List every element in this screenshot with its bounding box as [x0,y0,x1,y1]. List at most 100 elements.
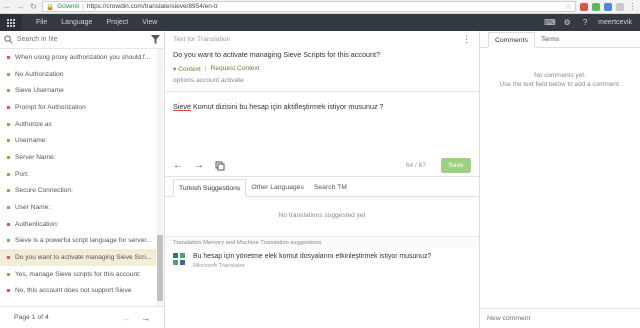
bookmark-star-icon[interactable]: ☆ [565,2,572,11]
string-row[interactable]: Server Name: [0,149,156,166]
status-marker-icon [7,189,10,193]
suggestion-source: Microsoft Translator [193,263,245,269]
menu-language[interactable]: Language [61,19,92,26]
no-translations-message: No translations suggested yet [278,212,366,219]
tab-search-tm[interactable]: Search TM [309,178,352,196]
translator-icon [173,253,185,265]
string-row[interactable]: When using proxy authorization you shoul… [0,49,156,66]
source-text: Do you want to activate managing Sieve S… [173,50,380,59]
menu-file[interactable]: File [36,19,47,26]
extension-icon[interactable] [580,2,588,11]
scrollbar-thumb[interactable] [157,235,163,301]
suggestion-item[interactable]: Bu hesap için yönetme elek komut dosyala… [173,253,471,269]
editor-panel: Text for Translation ⋮ Do you want to ac… [165,31,480,328]
suggestion-text: Bu hesap için yönetme elek komut dosyala… [193,253,432,260]
string-row[interactable]: Sieve Username [0,82,156,99]
character-counter: 64 / 67 [405,162,426,169]
copy-source-icon[interactable] [215,161,225,171]
string-text: No Authorization [15,70,64,78]
string-row[interactable]: Prompt for Authorization [0,99,156,116]
browser-toolbar: ← → ↻ 🔒 Güvenli | https://crowdin.com/tr… [0,0,640,14]
new-comment-input[interactable] [487,315,640,322]
filter-icon[interactable] [151,35,160,44]
search-icon [4,35,13,44]
page-indicator: Page 1 of 4 [14,314,49,321]
request-context-link[interactable]: Request Context [211,65,260,73]
tm-header: Translation Memory and Machine Translati… [165,236,479,248]
status-marker-icon [7,256,10,260]
address-bar[interactable]: 🔒 Güvenli | https://crowdin.com/translat… [42,1,576,12]
string-row[interactable]: Port: [0,166,156,183]
pager: Page 1 of 4 ← → [0,306,164,328]
reload-icon[interactable]: ↻ [29,2,38,11]
string-text: Username: [15,137,48,145]
extension-icon[interactable] [616,2,624,11]
comments-tabs: Comments Terms [480,31,640,48]
string-row[interactable]: Sieve is a powerful script language for … [0,233,156,250]
browser-menu-icon[interactable]: ⋮ [628,2,637,11]
tab-comments[interactable]: Comments [488,32,535,48]
string-text: Sieve Username [15,87,64,95]
prev-page-icon[interactable]: ← [122,313,131,323]
gear-icon[interactable]: ⚙ [562,18,572,27]
keyboard-icon[interactable]: ⌨ [544,18,556,27]
more-options-icon[interactable]: ⋮ [462,34,471,45]
string-row[interactable]: No, this account does not support Sieve [0,283,156,300]
url-text: https://crowdin.com/translate/sieve/8954… [86,3,218,10]
string-row[interactable]: Authentication: [0,216,156,233]
menu-view[interactable]: View [142,19,157,26]
string-key: options.account.activate [173,77,244,84]
string-text: Yes, manage Sieve scripts for this accou… [15,270,141,278]
source-label: Text for Translation [173,36,231,43]
previous-string-icon[interactable]: ← [173,160,183,171]
apps-grid-button[interactable] [0,14,22,31]
string-text: Port: [15,170,29,178]
status-marker-icon [7,239,10,243]
extension-icon[interactable] [592,2,600,11]
strings-scrollbar[interactable] [157,49,163,306]
string-text: Authorize as [15,120,52,128]
tab-turkish-suggestions[interactable]: Turkish Suggestions [173,179,247,197]
suggestion-tabs: Turkish Suggestions Other Languages Sear… [165,178,479,197]
search-input[interactable] [17,36,147,43]
string-row[interactable]: Secure Connection: [0,183,156,200]
forward-icon[interactable]: → [16,2,25,11]
help-icon[interactable]: ? [580,18,590,27]
string-text: Authentication: [15,220,59,228]
string-row[interactable]: No Authorization [0,66,156,83]
tab-other-languages[interactable]: Other Languages [246,178,309,196]
string-row[interactable]: Yes, manage Sieve scripts for this accou… [0,266,156,283]
misspelled-word: Sieve [173,102,191,111]
string-row[interactable]: Username: [0,132,156,149]
string-row[interactable]: Authorize as [0,116,156,133]
status-marker-icon [7,172,10,176]
username[interactable]: meertcevik [598,19,632,26]
save-button[interactable]: Save [441,158,471,173]
status-marker-icon [7,139,10,143]
status-marker-icon [7,289,10,293]
translation-text: Komut dizisini bu hesap için aktifleştir… [190,102,384,111]
string-text: Sieve is a powerful script language for … [15,237,152,245]
translation-textarea[interactable]: Sieve Komut dizisini bu hesap için aktif… [165,92,479,141]
next-page-icon[interactable]: → [141,313,150,323]
status-marker-icon [7,55,10,59]
menu-project[interactable]: Project [106,19,128,26]
status-marker-icon [7,89,10,93]
next-string-icon[interactable]: → [194,160,204,171]
string-text: When using proxy authorization you shoul… [15,53,151,61]
secure-label: Güvenli [57,3,80,10]
tab-terms[interactable]: Terms [535,31,566,47]
string-text: Secure Connection: [15,187,73,195]
context-toggle[interactable]: ▾ Context [173,65,201,73]
editor-toolbar: ← → 64 / 67 Save [165,155,479,177]
app-topbar: File Language Project View ⌨ ⚙ ? meertce… [0,14,640,31]
address-separator: | [82,3,84,10]
strings-panel: When using proxy authorization you shoul… [0,31,165,328]
status-marker-icon [7,155,10,159]
extension-icon[interactable] [604,2,612,11]
string-row[interactable]: User Name: [0,199,156,216]
string-text: User Name: [15,204,51,212]
string-text: No, this account does not support Sieve [15,287,132,295]
back-icon[interactable]: ← [3,2,12,11]
string-row[interactable]: Do you want to activate managing Sieve S… [0,249,156,266]
